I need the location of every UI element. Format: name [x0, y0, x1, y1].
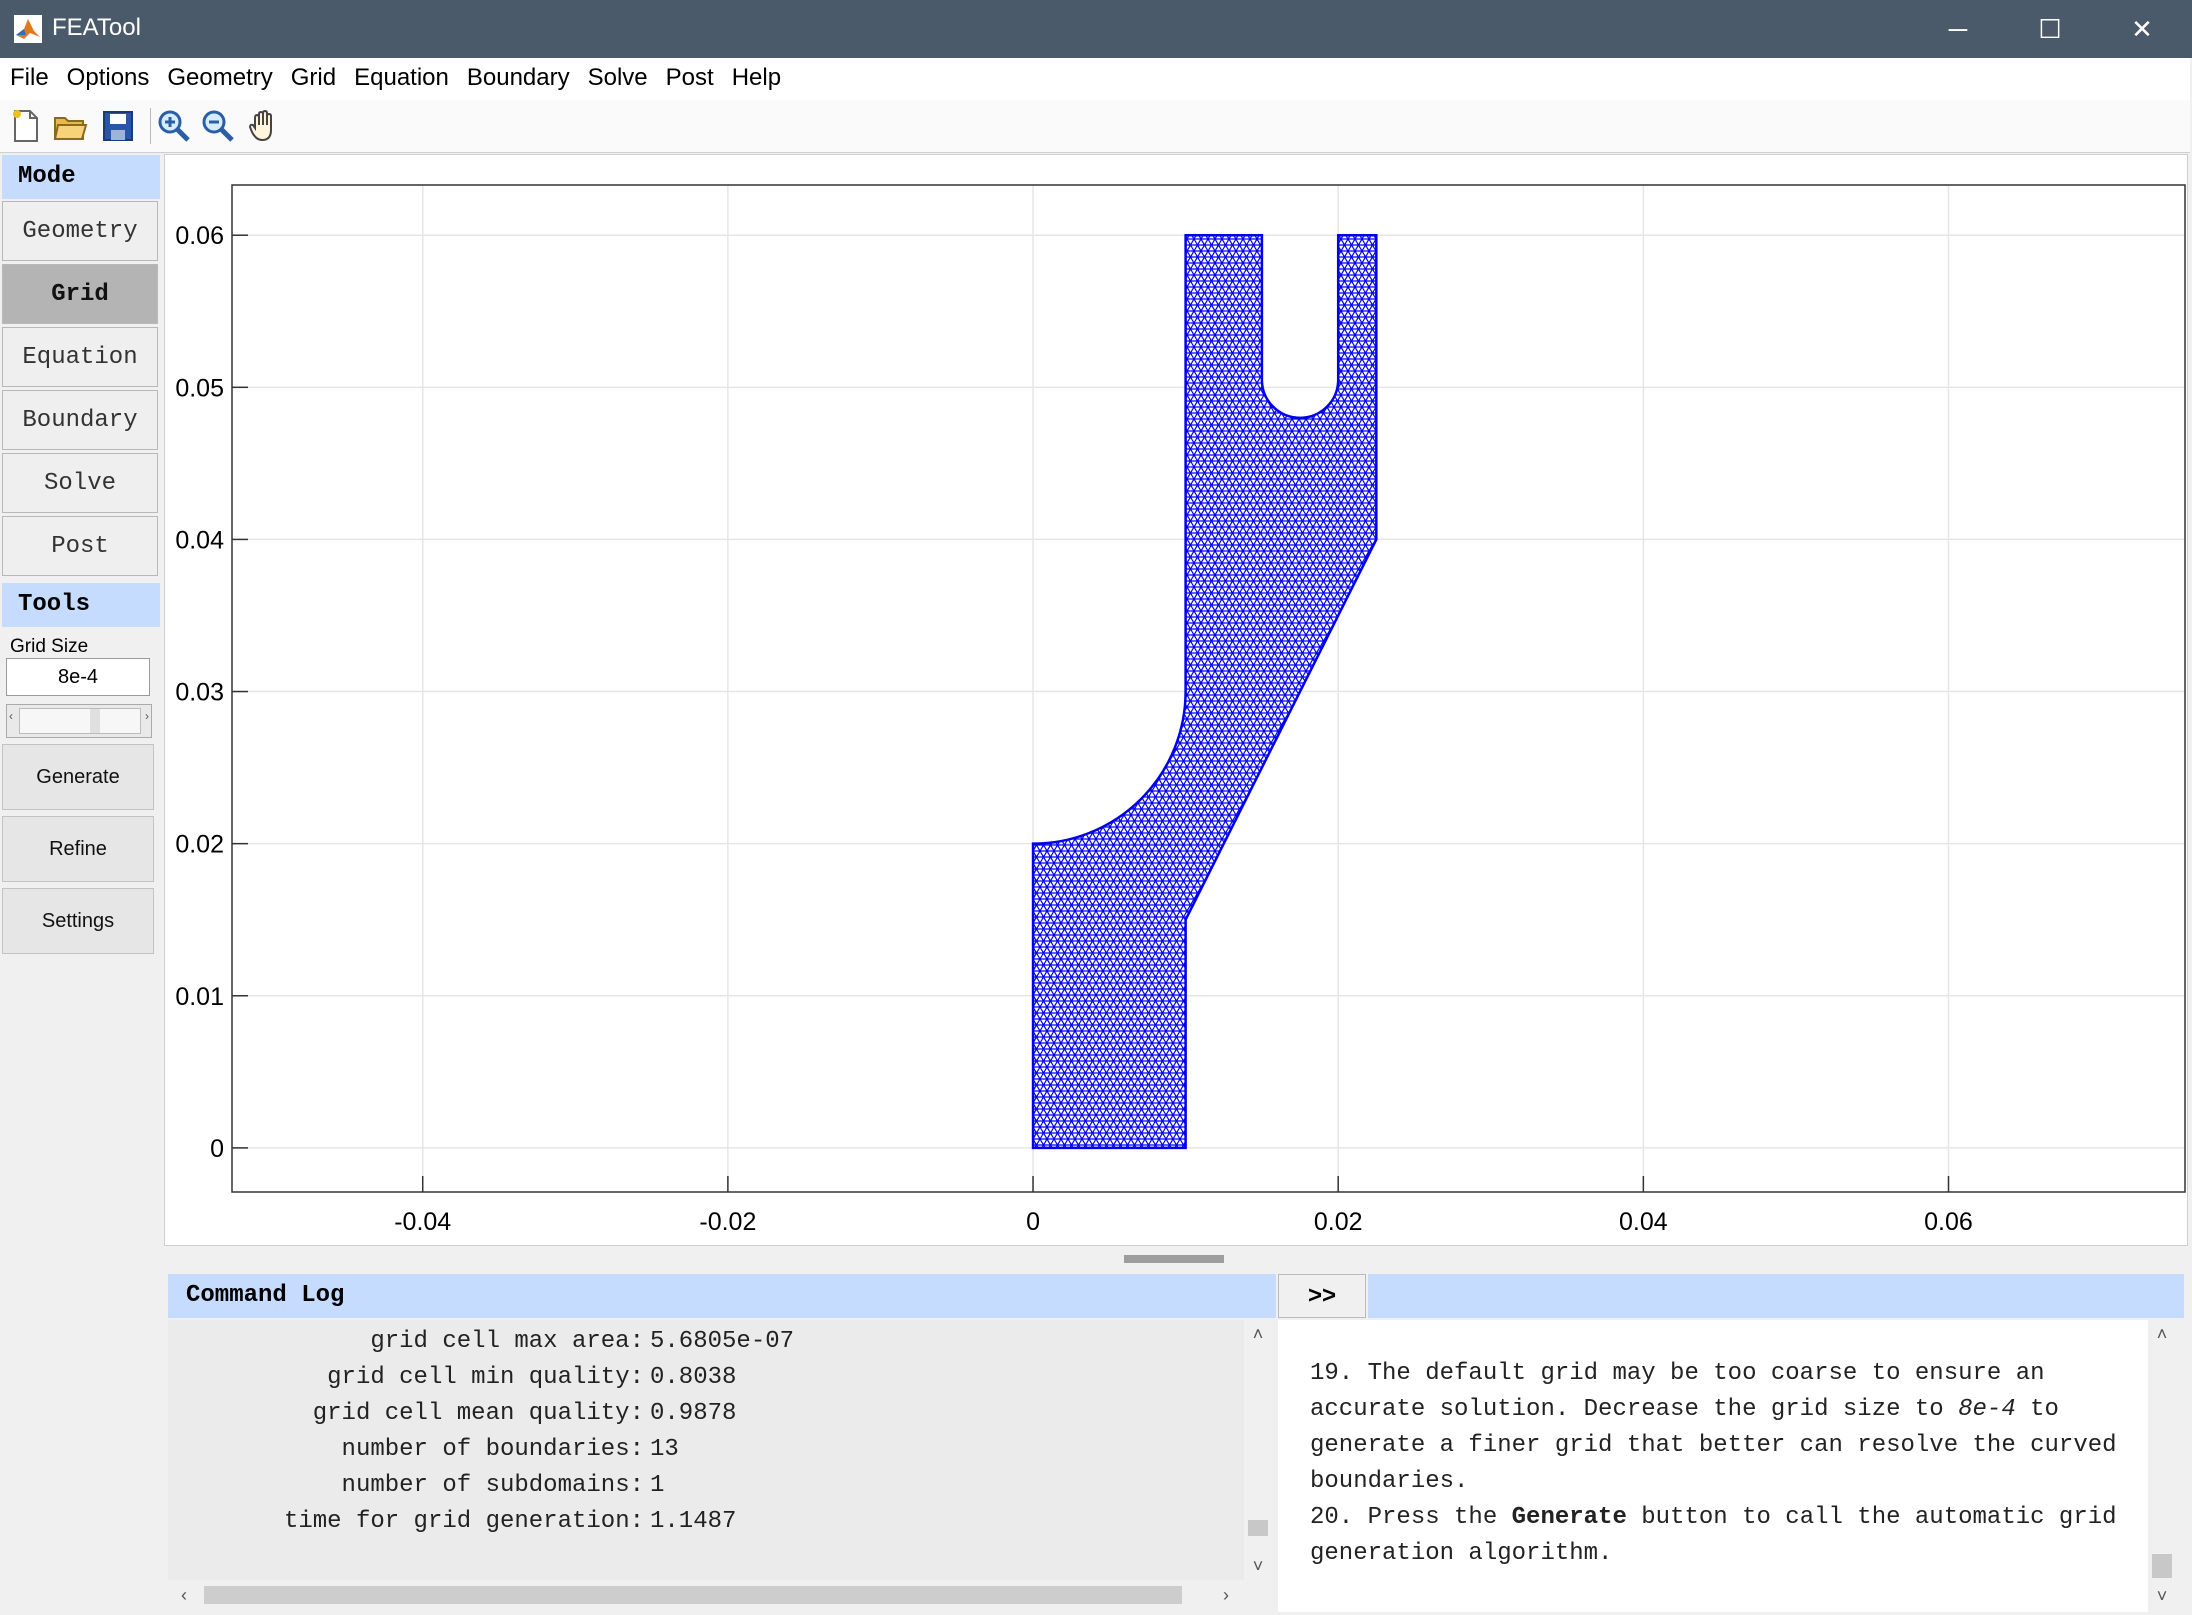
menu-solve[interactable]: Solve [578, 58, 656, 92]
log-horizontal-scrollbar[interactable]: ‹ › [168, 1580, 1244, 1610]
save-icon[interactable] [100, 108, 136, 144]
grid-size-hint: 8e-4 [1958, 1396, 2016, 1423]
log-label: grid cell max area: [370, 1328, 644, 1355]
command-log-header: Command Log [168, 1274, 1276, 1318]
log-value: 0.9878 [650, 1400, 737, 1427]
menu-grid[interactable]: Grid [281, 58, 344, 92]
window-title: FEATool [52, 14, 141, 41]
pan-hand-icon[interactable] [246, 108, 282, 144]
matlab-icon [14, 15, 42, 43]
plot-panel[interactable]: -0.04 -0.02 0 0.02 0.04 0.06 0 0.01 0.02 0.03 0.0… [164, 154, 2188, 1246]
log-value: 0.8038 [650, 1364, 737, 1391]
scroll-thumb[interactable] [204, 1586, 1182, 1604]
log-value: 13 [650, 1436, 679, 1463]
x-tick-label: 0.06 [1924, 1208, 1973, 1236]
menu-file[interactable]: File [0, 58, 57, 92]
slider-thumb[interactable] [90, 709, 100, 733]
y-axis: 0 0.01 0.02 0.03 0.04 0.05 0.06 [175, 222, 248, 1163]
open-folder-icon[interactable] [52, 108, 88, 144]
title-bar: FEATool ─ ☐ ✕ [0, 0, 2192, 58]
x-tick-label: -0.04 [394, 1208, 451, 1236]
scroll-right-icon[interactable]: › [1212, 1581, 1240, 1609]
command-log-panel: Command Log grid cell max area: 5.6805e-… [168, 1274, 1276, 1611]
menu-equation[interactable]: Equation [344, 58, 457, 92]
mode-geometry-button[interactable]: Geometry [2, 201, 158, 261]
toolbar [0, 100, 2190, 153]
y-tick-label: 0.04 [175, 526, 224, 554]
left-panel: Mode Geometry Grid Equation Boundary Sol… [0, 153, 162, 1615]
mode-header: Mode [2, 155, 160, 199]
menu-help[interactable]: Help [722, 58, 789, 92]
new-file-icon[interactable] [8, 108, 44, 144]
mode-equation-button[interactable]: Equation [2, 327, 158, 387]
info-vertical-scrollbar[interactable]: ˄ ˅ [2148, 1320, 2176, 1610]
log-label: number of subdomains: [341, 1472, 644, 1499]
log-label: grid cell min quality: [327, 1364, 644, 1391]
generate-button[interactable]: Generate [2, 744, 154, 810]
menu-boundary[interactable]: Boundary [457, 58, 578, 92]
x-axis: -0.04 -0.02 0 0.02 0.04 0.06 [394, 1176, 1973, 1236]
grid-size-input[interactable]: 8e-4 [6, 658, 150, 696]
mode-boundary-button[interactable]: Boundary [2, 390, 158, 450]
menu-bar: File Options Geometry Grid Equation Boundary S… [0, 58, 2190, 101]
close-button[interactable]: ✕ [2096, 0, 2188, 58]
mode-post-button[interactable]: Post [2, 516, 158, 576]
x-tick-label: 0.02 [1314, 1208, 1363, 1236]
minimize-button[interactable]: ─ [1912, 0, 2004, 58]
settings-button[interactable]: Settings [2, 888, 154, 954]
maximize-button[interactable]: ☐ [2004, 0, 2096, 58]
log-label: number of boundaries: [341, 1436, 644, 1463]
log-value: 1 [650, 1472, 665, 1499]
command-log-output[interactable]: grid cell max area: 5.6805e-07 grid cell… [168, 1320, 1244, 1580]
x-tick-label: 0.04 [1619, 1208, 1668, 1236]
x-tick-label: 0 [1026, 1208, 1040, 1236]
menu-post[interactable]: Post [656, 58, 722, 92]
zoom-in-icon[interactable] [156, 108, 192, 144]
tutorial-step-19: 19. The default grid may be too coarse t… [1310, 1356, 2140, 1500]
log-vertical-scrollbar[interactable]: ˄ ˅ [1244, 1320, 1272, 1580]
slider-right-arrow-icon[interactable]: › [145, 709, 149, 723]
x-tick-label: -0.02 [699, 1208, 756, 1236]
y-tick-label: 0.05 [175, 374, 224, 402]
log-value: 5.6805e-07 [650, 1328, 795, 1355]
refine-button[interactable]: Refine [2, 816, 154, 882]
scroll-left-icon[interactable]: ‹ [170, 1581, 198, 1609]
info-header [1368, 1274, 2184, 1318]
mode-grid-button[interactable]: Grid [2, 264, 158, 324]
tutorial-text-panel: 19. The default grid may be too coarse t… [1278, 1320, 2148, 1612]
generate-keyword: Generate [1511, 1504, 1627, 1531]
y-tick-label: 0.02 [175, 831, 224, 859]
menu-geometry[interactable]: Geometry [157, 58, 280, 92]
log-label: time for grid generation: [283, 1508, 644, 1535]
y-tick-label: 0.03 [175, 679, 224, 707]
expand-button[interactable]: >> [1278, 1274, 1366, 1318]
y-tick-label: 0 [210, 1135, 224, 1163]
tools-header: Tools [2, 583, 160, 627]
panel-splitter[interactable] [164, 1248, 2188, 1272]
scroll-thumb[interactable] [2152, 1554, 2172, 1578]
scroll-up-icon[interactable]: ˄ [2148, 1320, 2176, 1348]
scroll-down-icon[interactable]: ˅ [2148, 1582, 2176, 1610]
log-label: grid cell mean quality: [312, 1400, 644, 1427]
scroll-down-icon[interactable]: ˅ [1244, 1552, 1272, 1580]
step20-text: 20. Press the [1310, 1504, 1512, 1531]
step19-text: 19. The default grid may be too coarse t… [1310, 1360, 2045, 1423]
grid-size-label: Grid Size [10, 636, 89, 657]
y-tick-label: 0.06 [175, 222, 224, 250]
scroll-up-icon[interactable]: ˄ [1244, 1320, 1272, 1348]
menu-options[interactable]: Options [57, 58, 158, 92]
toolbar-separator [150, 108, 151, 144]
slider-track[interactable] [19, 708, 141, 734]
mode-solve-button[interactable]: Solve [2, 453, 158, 513]
tutorial-step-20: 20. Press the Generate button to call th… [1310, 1500, 2140, 1572]
grid-size-slider[interactable]: ‹ › [6, 704, 152, 738]
grid-plot[interactable]: -0.04 -0.02 0 0.02 0.04 0.06 0 0.01 0.02 0.03 0.0… [165, 155, 2187, 1245]
log-value: 1.1487 [650, 1508, 737, 1535]
zoom-out-icon[interactable] [200, 108, 236, 144]
y-tick-label: 0.01 [175, 983, 224, 1011]
scroll-thumb[interactable] [1248, 1520, 1268, 1536]
slider-left-arrow-icon[interactable]: ‹ [9, 709, 13, 723]
splitter-grip[interactable] [1124, 1255, 1224, 1263]
